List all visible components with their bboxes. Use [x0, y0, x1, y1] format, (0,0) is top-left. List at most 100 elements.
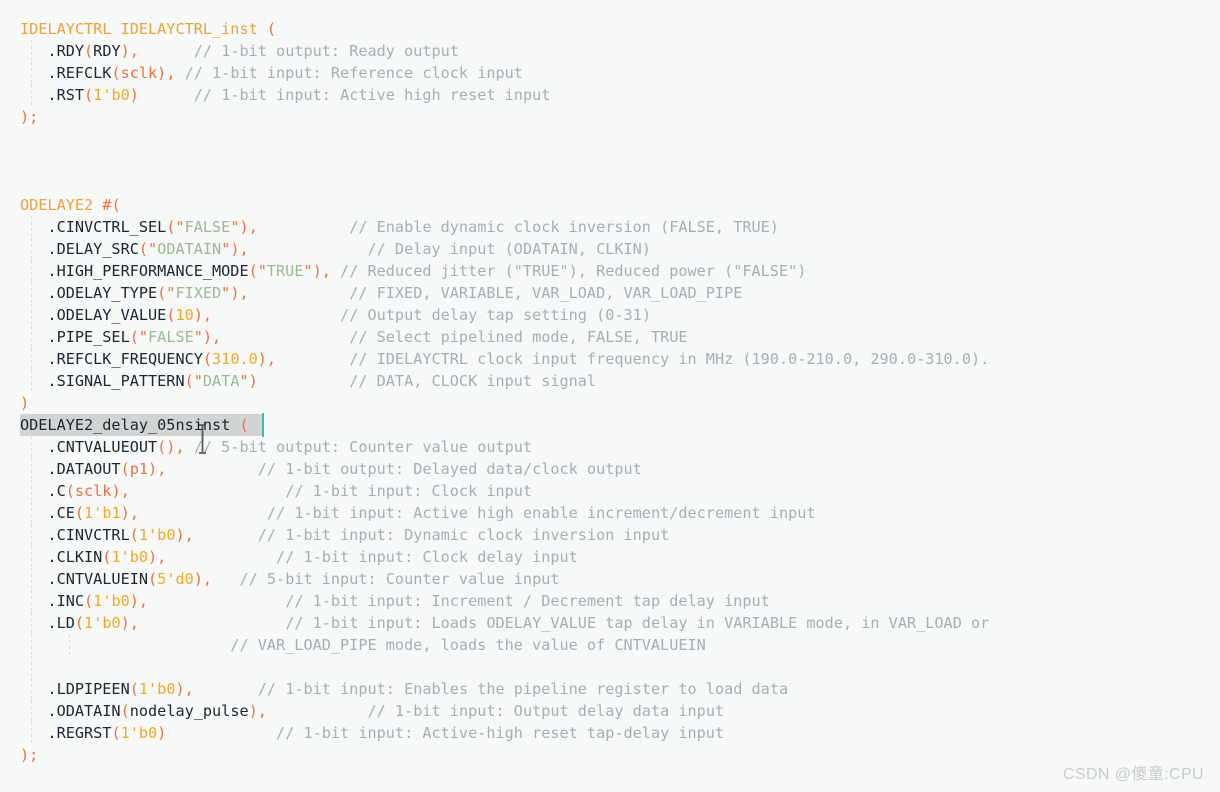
code-token-punc: "),	[221, 284, 249, 302]
code-token-port: .CNTVALUEIN	[20, 570, 149, 588]
code-token-cmt: // Delay input (ODATAIN, CLKIN)	[248, 240, 651, 258]
code-line[interactable]: .DELAY_SRC("ODATAIN"), // Delay input (O…	[20, 238, 651, 260]
code-token-punc: (	[111, 724, 121, 742]
indent-guides	[0, 0, 1220, 792]
code-token-str: FALSE	[148, 328, 194, 346]
code-line[interactable]: ODELAYE2 #(	[20, 194, 121, 216]
code-token-punc: ),	[193, 306, 213, 324]
code-token-cmt: // 1-bit output: Delayed data/clock outp…	[166, 460, 642, 478]
code-token-port: .LDPIPEEN	[20, 680, 130, 698]
code-token-cmt: // 1-bit input: Increment / Decrement ta…	[148, 592, 770, 610]
code-token-cmt: // Enable dynamic clock inversion (FALSE…	[257, 218, 779, 236]
code-token-punc: (	[111, 64, 121, 82]
code-editor-surface[interactable]: IDELAYCTRL IDELAYCTRL_inst ( .RDY(RDY), …	[0, 0, 1220, 792]
code-token-punc: )	[157, 724, 167, 742]
code-token-punc: ("	[157, 284, 176, 302]
code-token-punc: (	[239, 416, 249, 434]
code-token-cmt: // DATA, CLOCK input signal	[257, 372, 597, 390]
code-token-punc: ),	[175, 526, 194, 544]
code-line[interactable]: // VAR_LOAD_PIPE mode, loads the value o…	[20, 634, 706, 656]
code-token-punc: #(	[102, 196, 121, 214]
code-line[interactable]: .CNTVALUEOUT(), // 5-bit output: Counter…	[20, 436, 532, 458]
code-token-punc: ),	[111, 482, 130, 500]
code-token-punc: (	[74, 504, 85, 522]
code-line[interactable]: .ODATAIN(nodelay_pulse), // 1-bit input:…	[20, 700, 724, 722]
code-token-punc: (	[84, 86, 94, 104]
code-token-punc: (	[266, 20, 277, 38]
code-token-cmt: // Output delay tap setting (0-31)	[212, 306, 651, 324]
code-line[interactable]: .C(sclk), // 1-bit input: Clock input	[20, 480, 532, 502]
code-token-port: .CINVCTRL	[20, 526, 130, 544]
code-token-port: .CE	[20, 504, 75, 522]
code-token-cmt: // 1-bit input: Active-high reset tap-de…	[166, 724, 725, 742]
code-line[interactable]: .CE(1'b1), // 1-bit input: Active high e…	[20, 502, 815, 524]
code-token-cmt: // 1-bit input: Reference clock input	[175, 64, 523, 82]
code-token-cmt: // Select pipelined mode, FALSE, TRUE	[221, 328, 688, 346]
code-line[interactable]: .LDPIPEEN(1'b0), // 1-bit input: Enables…	[20, 678, 788, 700]
code-line[interactable]: .ODELAY_VALUE(10), // Output delay tap s…	[20, 304, 651, 326]
code-token-punc: ),	[120, 42, 139, 60]
code-token-port: .CLKIN	[20, 548, 103, 566]
code-token-punc: (	[129, 680, 139, 698]
code-token-num: 10	[175, 306, 194, 324]
code-token-punc: (	[120, 460, 130, 478]
code-token-sig: sclk	[74, 482, 112, 500]
code-token-cmt: // 5-bit input: Counter value input	[212, 570, 560, 588]
code-token-num: 1'b0	[111, 548, 149, 566]
code-line[interactable]: ODELAYE2_delay_05nsinst (	[20, 414, 249, 436]
code-token-mod: ODELAYE2	[20, 196, 103, 214]
code-token-cmt: // IDELAYCTRL clock input frequency in M…	[276, 350, 990, 368]
code-line[interactable]: .RST(1'b0) // 1-bit input: Active high r…	[20, 84, 550, 106]
code-token-cmt: // 1-bit input: Clock delay input	[166, 548, 578, 566]
code-token-num: 1'b0	[93, 86, 130, 104]
code-token-port: .INC	[20, 592, 85, 610]
code-line[interactable]: .CLKIN(1'b0), // 1-bit input: Clock dela…	[20, 546, 578, 568]
code-line[interactable]: );	[20, 744, 38, 766]
code-token-punc: ),	[148, 548, 167, 566]
code-token-plain: nodelay_pulse	[129, 702, 249, 720]
code-token-cmt: // 1-bit input: Active high reset input	[138, 86, 551, 104]
code-token-punc: ),	[129, 592, 149, 610]
code-token-punc: "),	[221, 240, 249, 258]
csdn-watermark: CSDN @傻童:CPU	[1062, 766, 1204, 783]
code-token-cmt: // 1-bit input: Dynamic clock inversion …	[193, 526, 670, 544]
code-token-punc: (	[65, 482, 75, 500]
code-line[interactable]: .PIPE_SEL("FALSE"), // Select pipelined …	[20, 326, 688, 348]
code-line[interactable]: .REGRST(1'b0) // 1-bit input: Active-hig…	[20, 722, 724, 744]
code-token-port: .DELAY_SRC	[20, 240, 139, 258]
code-line[interactable]: .SIGNAL_PATTERN("DATA") // DATA, CLOCK i…	[20, 370, 596, 392]
code-line[interactable]: .ODELAY_TYPE("FIXED"), // FIXED, VARIABL…	[20, 282, 742, 304]
code-token-cmt: // 1-bit input: Output delay data input	[266, 702, 725, 720]
code-line[interactable]: .CINVCTRL(1'b0), // 1-bit input: Dynamic…	[20, 524, 669, 546]
code-token-punc: ("	[166, 218, 185, 236]
code-token-port: .CINVCTRL_SEL	[20, 218, 167, 236]
code-token-punc: ),	[175, 680, 194, 698]
code-line[interactable]: )	[20, 392, 29, 414]
code-line[interactable]: .RDY(RDY), // 1-bit output: Ready output	[20, 40, 459, 62]
code-token-port: .REFCLK_FREQUENCY	[20, 350, 203, 368]
code-line[interactable]: .INC(1'b0), // 1-bit input: Increment / …	[20, 590, 770, 612]
code-token-port: .LD	[20, 614, 75, 632]
code-token-cmt: // VAR_LOAD_PIPE mode, loads the value o…	[20, 636, 706, 654]
code-token-num: 1'b0	[84, 614, 121, 632]
code-token-punc: (	[202, 350, 213, 368]
code-token-str: TRUE	[266, 262, 304, 280]
code-line[interactable]: );	[20, 106, 38, 128]
code-token-punc: (),	[157, 438, 185, 456]
code-token-port: .ODATAIN	[20, 702, 121, 720]
code-token-punc: )	[129, 86, 139, 104]
code-line[interactable]: IDELAYCTRL IDELAYCTRL_inst (	[20, 18, 276, 40]
code-token-punc: ("	[248, 262, 267, 280]
code-token-punc: (	[84, 592, 94, 610]
code-line[interactable]: .CINVCTRL_SEL("FALSE"), // Enable dynami…	[20, 216, 779, 238]
code-token-punc: ),	[148, 460, 167, 478]
code-token-num: 310.0	[212, 350, 258, 368]
code-line[interactable]: .CNTVALUEIN(5'd0), // 5-bit input: Count…	[20, 568, 560, 590]
code-line[interactable]: .LD(1'b0), // 1-bit input: Loads ODELAY_…	[20, 612, 989, 634]
code-line[interactable]: .DATAOUT(p1), // 1-bit output: Delayed d…	[20, 458, 642, 480]
code-line[interactable]: .REFCLK(sclk), // 1-bit input: Reference…	[20, 62, 523, 84]
code-token-punc: );	[20, 108, 39, 126]
code-line[interactable]: .HIGH_PERFORMANCE_MODE("TRUE"), // Reduc…	[20, 260, 806, 282]
code-line[interactable]: .REFCLK_FREQUENCY(310.0), // IDELAYCTRL …	[20, 348, 989, 370]
code-token-punc: ),	[157, 64, 176, 82]
